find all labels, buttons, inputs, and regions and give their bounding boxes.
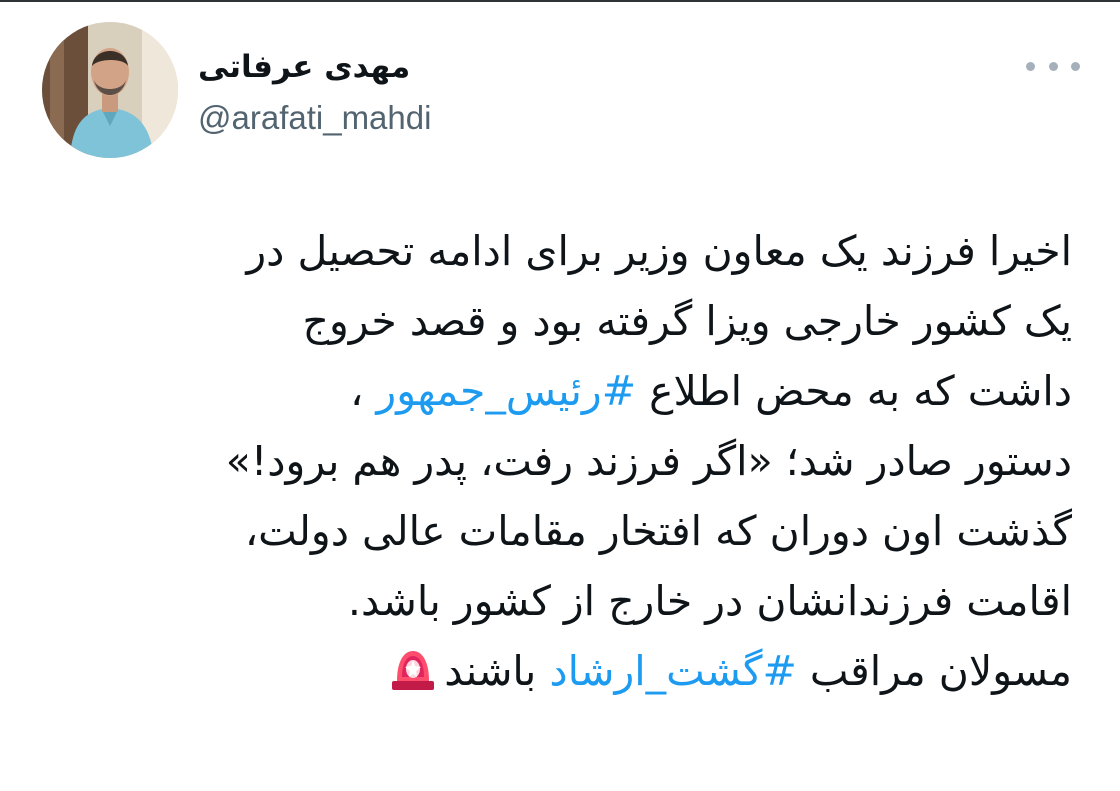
tweet-line: یک کشور خارجی ویزا گرفته بود و قصد خروج	[302, 297, 1072, 345]
display-name[interactable]: مهدی عرفاتی	[198, 48, 410, 86]
hashtag-link[interactable]: #گشت_ارشاد	[549, 647, 797, 695]
tweet-line: مسولان مراقب #گشت_ارشاد باشند	[40, 636, 1072, 712]
user-handle[interactable]: @arafati_mahdi	[198, 99, 431, 137]
police-siren-icon	[390, 642, 436, 712]
tweet-line-text: باشند	[444, 647, 550, 695]
tweet-line: اخیرا فرزند یک معاون وزیر برای ادامه تحص…	[246, 227, 1072, 275]
tweet-line: گذشت اون دوران که افتخار مقامات عالی دول…	[244, 507, 1072, 555]
avatar-photo	[42, 22, 178, 158]
tweet-line-text: مسولان مراقب	[796, 647, 1072, 695]
tweet-line-text: داشت که به محض اطلاع	[636, 367, 1072, 415]
dot	[1071, 61, 1080, 71]
tweet-card: مهدی عرفاتی @arafati_mahdi اخیرا فرزند ی…	[0, 0, 1120, 791]
tweet-line: دستور صادر شد؛ «اگر فرزند رفت، پدر هم بر…	[225, 437, 1072, 485]
avatar[interactable]	[42, 22, 178, 158]
tweet-line-text: ،	[350, 367, 377, 415]
hashtag-link[interactable]: #رئیس_جمهور	[376, 367, 636, 415]
tweet-line: اقامت فرزندانشان در خارج از کشور باشد.	[347, 577, 1072, 625]
dot	[1026, 61, 1035, 71]
tweet-text: اخیرا فرزند یک معاون وزیر برای ادامه تحص…	[40, 216, 1072, 712]
tweet-line: داشت که به محض اطلاع #رئیس_جمهور ،	[40, 356, 1072, 426]
dot	[1048, 61, 1058, 71]
more-horizontal-icon[interactable]	[1026, 54, 1080, 78]
